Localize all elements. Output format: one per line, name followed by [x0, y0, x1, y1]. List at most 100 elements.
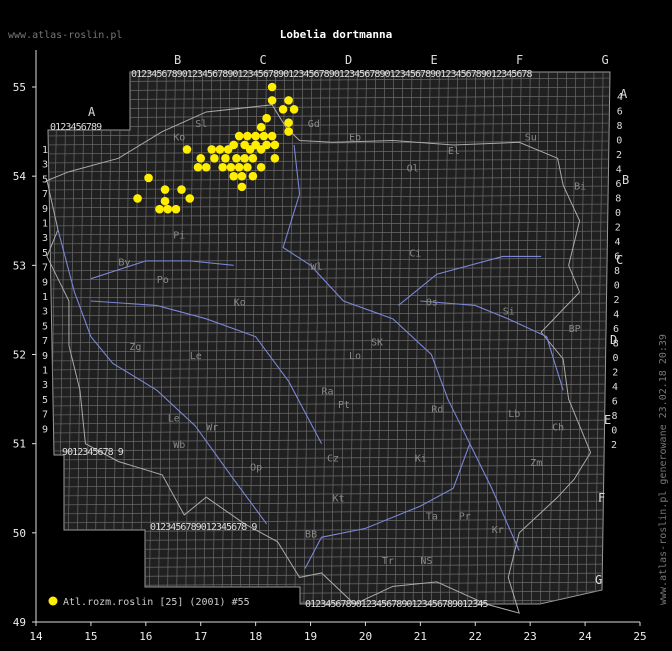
occurrence-dot: [196, 154, 206, 163]
grid-digit-left: 3: [42, 160, 48, 171]
grid-digit-right: 8: [614, 266, 620, 277]
region-label: Ol: [407, 164, 419, 175]
y-tick-label: 55: [13, 81, 26, 94]
grid-digit-right: 2: [616, 150, 622, 161]
region-label: Eb: [349, 133, 361, 144]
grid-letter-top: D: [345, 53, 352, 67]
occurrence-dot: [256, 145, 266, 154]
grid-digit-right: 0: [615, 208, 621, 219]
grid-digit-right: 6: [617, 107, 623, 118]
grid-letter-top: B: [174, 53, 181, 67]
occurrence-dot: [284, 127, 293, 136]
grid-digit-right: 0: [611, 426, 617, 437]
grid-letter-top: E: [431, 53, 438, 67]
grid-digit-right: 4: [615, 237, 621, 248]
occurrence-dot: [223, 145, 233, 154]
occurrence-dot: [262, 113, 271, 123]
region-label: Su: [525, 133, 537, 144]
occurrence-dot: [243, 162, 252, 172]
region-label: Cz: [327, 454, 339, 465]
grid-letter-right: A: [620, 87, 628, 101]
grid-letter-right: B: [622, 173, 629, 187]
occurrence-dot: [248, 154, 258, 163]
region-label: Ra: [322, 387, 334, 398]
y-tick-label: 52: [13, 349, 26, 362]
region-label: Pt: [338, 400, 350, 411]
grid-digit-right: 4: [613, 310, 619, 321]
region-label: Si: [503, 306, 515, 317]
grid-digit-left: 1: [42, 145, 48, 156]
region-label: Zm: [530, 458, 542, 469]
occurrence-dot: [177, 185, 186, 194]
grid-digit-left: 3: [42, 307, 48, 318]
region-label: Ko: [173, 133, 185, 144]
occurrence-dot: [226, 162, 236, 172]
region-label: Op: [250, 462, 262, 473]
x-tick-label: 21: [414, 630, 427, 643]
grid-digits-bottom-right: 012345678901234567890123456789012345: [305, 599, 488, 610]
occurrence-dot: [270, 154, 280, 163]
grid-digit-right: 4: [616, 165, 622, 176]
x-tick-label: 22: [469, 630, 482, 643]
grid-digit-left: 1: [42, 219, 48, 230]
grid-digit-left: 9: [42, 424, 48, 435]
distribution-map: www.atlas-roslin.pl Lobelia dortmanna ww…: [8, 28, 669, 643]
occurrence-dot: [234, 162, 244, 172]
grid-digits-bottom-mid: 0123456789012345678 9: [150, 522, 257, 533]
map-title: Lobelia dortmanna: [280, 28, 393, 41]
grid-digit-left: 5: [42, 321, 48, 332]
grid-digits-a: 0123456789: [50, 122, 102, 133]
grid-digit-right: 8: [612, 411, 618, 422]
region-label: Ko: [234, 297, 246, 308]
grid-digit-right: 2: [614, 295, 620, 306]
y-tick-label: 49: [13, 616, 26, 629]
region-label: Pr: [459, 511, 471, 522]
grid-digit-right: 0: [616, 136, 622, 147]
grid-digit-left: 5: [42, 174, 48, 185]
grid-digit-right: 2: [611, 440, 617, 451]
grid-digit-left: 5: [42, 248, 48, 259]
grid-digit-right: 6: [612, 397, 618, 408]
region-label: Kr: [492, 525, 504, 536]
x-tick-label: 17: [194, 630, 207, 643]
grid-digit-left: 5: [42, 395, 48, 406]
region-label: Po: [157, 275, 169, 286]
grid-letter-top: C: [260, 53, 267, 67]
region-label: Ki: [415, 454, 427, 465]
grid-digit-left: 7: [42, 410, 48, 421]
occurrence-dot: [256, 122, 266, 132]
legend-dot: [48, 596, 58, 606]
grid-letter-right: D: [610, 333, 617, 347]
grid-digit-right: 0: [614, 281, 620, 292]
occurrence-dot: [284, 96, 293, 105]
grid-digits-bottom-left: 9012345678 9: [62, 447, 124, 458]
x-tick-label: 23: [524, 630, 537, 643]
grid-digits-top: 0123456789012345678901234567890123456789…: [131, 69, 532, 80]
occurrence-dot: [144, 173, 153, 183]
x-tick-label: 24: [578, 630, 592, 643]
occurrence-dot: [215, 145, 225, 154]
occurrence-dot: [207, 145, 217, 154]
region-label: SK: [371, 338, 383, 349]
occurrence-dot: [240, 154, 249, 163]
occurrence-dot: [243, 131, 252, 141]
grid-digit-left: 3: [42, 380, 48, 391]
grid-letter-right: C: [616, 253, 623, 267]
grid-digit-left: 9: [42, 351, 48, 362]
region-label: Ch: [552, 422, 564, 433]
region-label: El: [448, 146, 460, 157]
region-label: Bi: [574, 182, 586, 193]
x-tick-label: 14: [29, 630, 43, 643]
grid-digit-right: 6: [616, 179, 622, 190]
occurrence-dot: [248, 171, 258, 181]
grid-letter-top: F: [516, 53, 523, 67]
atpol-grid: [47, 71, 611, 605]
grid-digit-left: 3: [42, 233, 48, 244]
generated-note: www.atlas-roslin.pl generowane 23.02.18 …: [658, 334, 669, 605]
y-tick-label: 51: [13, 438, 26, 451]
occurrence-dot: [201, 162, 211, 172]
grid-digit-left: 7: [42, 189, 48, 200]
grid-letter-right: G: [595, 573, 602, 587]
occurrence-dot: [210, 154, 219, 163]
x-tick-label: 20: [359, 630, 372, 643]
